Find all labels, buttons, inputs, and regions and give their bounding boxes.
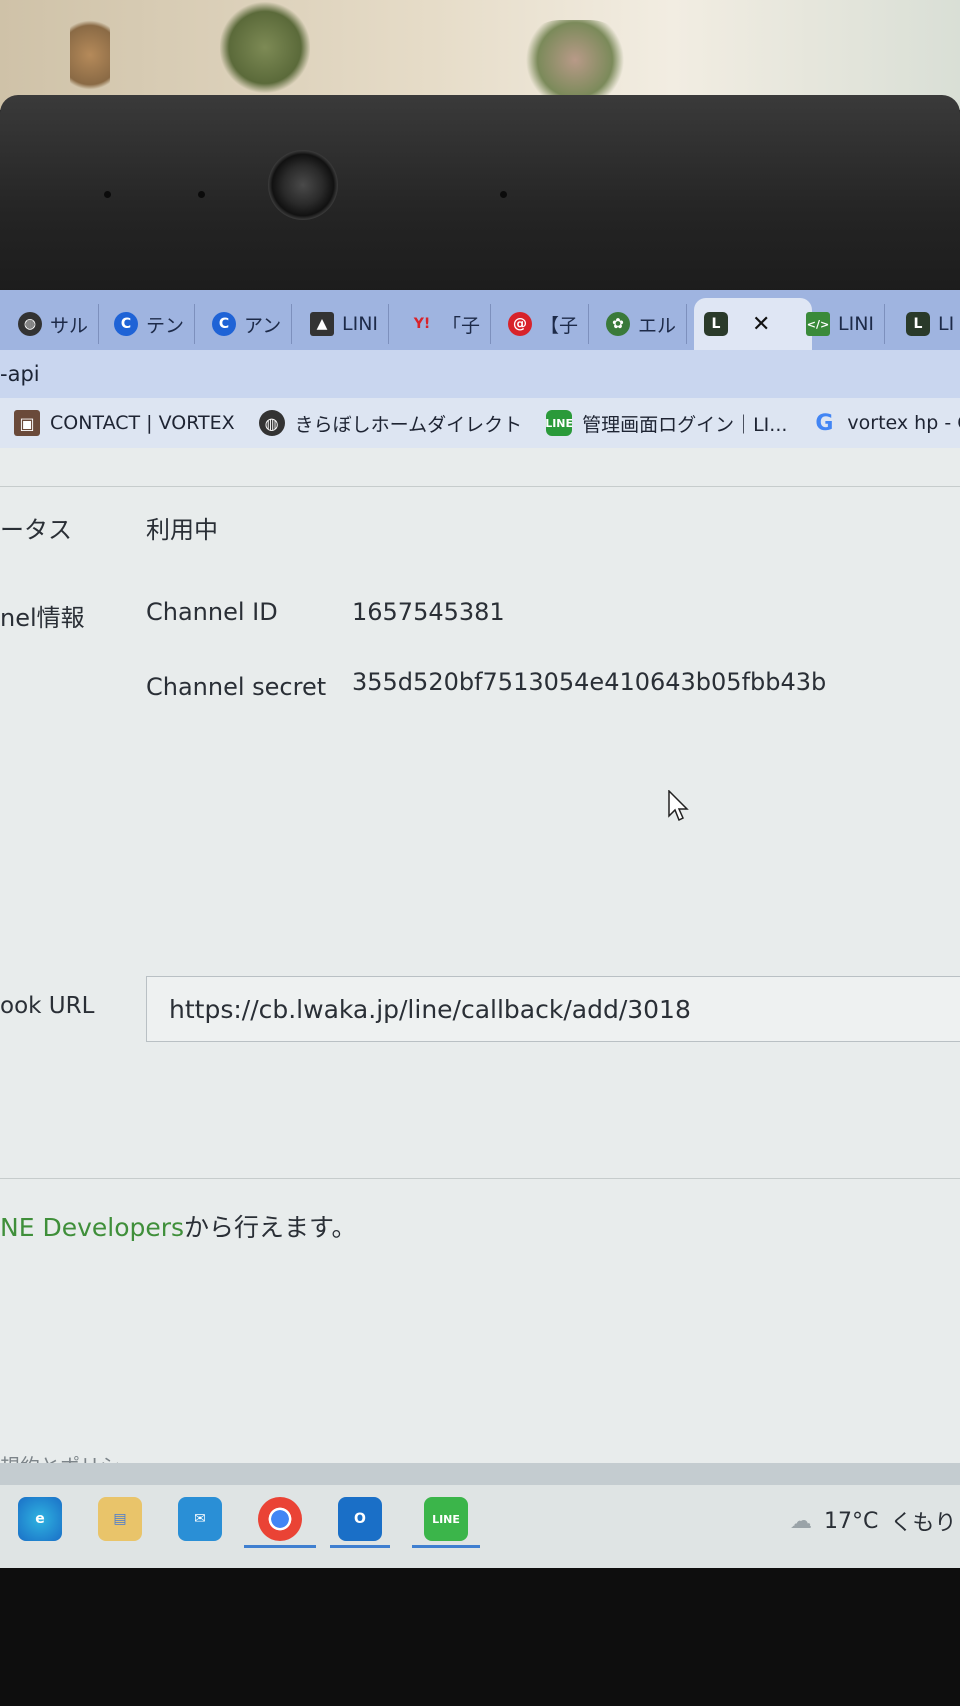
l-shield-icon: L [906,312,930,336]
bookmark-vortex-google[interactable]: G vortex hp - Google... [811,410,960,436]
weather-text: くもり [890,1511,957,1536]
line-active-indicator [412,1545,480,1548]
webhook-url-field[interactable]: https://cb.lwaka.jp/line/callback/add/30… [146,976,960,1042]
dried-flowers [70,10,110,100]
globe-icon: ◍ [258,410,285,436]
bookmark-contact-vortex[interactable]: ▣ CONTACT | VORTEX [14,410,235,436]
google-icon: G [815,410,834,436]
flower-pot [520,20,630,100]
tab-7[interactable]: ✿ エル [596,304,688,344]
close-tab-icon[interactable]: ✕ [752,312,770,337]
l-shield-icon: L [704,312,728,336]
sensor-dot [500,191,507,198]
line-icon: LINE [545,410,573,436]
tab-10[interactable]: L LI [896,304,960,344]
c-logo-icon: C [212,312,236,336]
weather-widget[interactable]: ☁ 17°C くもり [790,1505,956,1537]
edge-icon[interactable]: e [18,1497,62,1541]
yahoo-icon: Y! [413,316,431,332]
dark-square-icon: ▲ [310,312,334,336]
channel-secret-value: 355d520bf7513054e410643b05fbb43b [352,668,827,696]
page-content: ータス 利用中 nel情報 Channel ID 1657545381 Chan… [0,448,960,1478]
status-label: ータス [0,516,72,544]
mail-icon[interactable]: ✉ [178,1497,222,1541]
webhook-url-label: ook URL [0,993,95,1019]
bookmark-admin-login[interactable]: LINE 管理画面ログイン｜LI... [545,410,787,437]
address-bar[interactable]: -api [0,350,960,398]
line-icon[interactable]: LINE [424,1497,468,1541]
laptop-top-bezel [0,95,960,295]
tab-4[interactable]: ▲ LINI [300,304,390,344]
outlook-icon[interactable]: O [338,1497,382,1541]
sensor-dot [104,191,111,198]
tab-5[interactable]: Y! 「子 [400,304,492,344]
tab-3[interactable]: C アン [202,304,293,344]
chrome-active-indicator [244,1545,316,1548]
sensor-dot [198,191,205,198]
address-text: -api [0,362,40,386]
channel-id-label: Channel ID [146,598,278,626]
screen: ◍ サル C テン C アン ▲ LINI Y! 「子 @ 【子 ✿ エル L [0,290,960,1568]
file-explorer-icon[interactable]: ▤ [98,1497,142,1541]
taskbar: e ▤ ✉ O LINE ☁ 17°C くもり [0,1485,960,1568]
divider [0,1178,960,1179]
outlook-active-indicator [330,1545,390,1548]
developers-note: NE Developersから行えます。 [0,1213,357,1242]
status-value: 利用中 [146,516,218,544]
photo-icon: ▣ [14,410,40,436]
channel-info-label: nel情報 [0,604,85,632]
tab-6[interactable]: @ 【子 [498,304,590,344]
globe-icon: ◍ [18,312,42,336]
divider [0,486,960,487]
bookmark-kiraboshi[interactable]: ◍ きらぼしホームダイレクト [258,410,522,437]
frog-icon: ✿ [606,312,630,336]
chrome-icon[interactable] [258,1497,302,1541]
red-c-icon: @ [508,312,532,336]
channel-secret-label: Channel secret [146,673,327,701]
bookmarks-bar: ▣ CONTACT | VORTEX ◍ きらぼしホームダイレクト LINE 管… [0,398,960,448]
footer-band [0,1463,960,1485]
line-developers-link[interactable]: NE Developers [0,1213,184,1242]
mouse-cursor-icon [668,790,689,822]
channel-id-value: 1657545381 [352,598,505,626]
cloud-icon: ☁ [790,1508,812,1534]
browser-tab-bar: ◍ サル C テン C アン ▲ LINI Y! 「子 @ 【子 ✿ エル L [0,290,960,350]
c-logo-icon: C [114,312,138,336]
hanging-plant [220,0,310,95]
weather-temp: 17°C [824,1508,879,1534]
webcam-icon [268,150,338,220]
tab-2[interactable]: C テン [104,304,196,344]
tab-active[interactable]: L ✕ [694,298,812,350]
background-room [0,0,960,110]
tab-9[interactable]: </> LINI [796,304,886,344]
laptop-bottom-bezel [0,1568,960,1706]
code-icon: </> [806,312,830,336]
tab-1[interactable]: ◍ サル [8,304,100,344]
